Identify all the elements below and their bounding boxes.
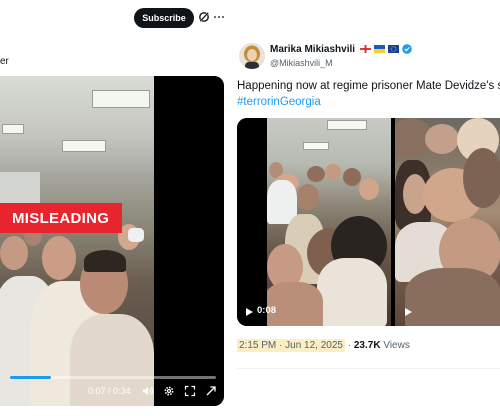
name-flags bbox=[360, 44, 412, 54]
author-name[interactable]: Marika Mikiashvili bbox=[270, 44, 355, 55]
meta-separator: · bbox=[347, 340, 352, 351]
author-handle[interactable]: @Mikiashvili_M bbox=[270, 58, 333, 68]
video-progress-bar[interactable] bbox=[10, 376, 216, 379]
video-time: 0:07 / 0:34 bbox=[88, 386, 131, 396]
verified-icon bbox=[402, 44, 412, 54]
left-post: Subscribe er MISLEADING 0:07 / 0:34 bbox=[0, 0, 232, 416]
avatar-image bbox=[239, 43, 265, 69]
video-controls: 0:07 / 0:34 bbox=[0, 382, 224, 402]
left-video-player[interactable]: MISLEADING 0:07 / 0:34 bbox=[0, 76, 224, 406]
avatar[interactable] bbox=[239, 43, 265, 69]
flag-eu-icon bbox=[388, 45, 399, 53]
post-timestamp[interactable]: 2:15 PM · Jun 12, 2025 bbox=[237, 339, 345, 352]
views-label: Views bbox=[383, 340, 410, 351]
media-grid: 0:08 bbox=[237, 118, 500, 326]
volume-icon[interactable] bbox=[142, 385, 154, 397]
hashtag-link[interactable]: #terrorinGeorgia bbox=[237, 96, 321, 108]
subscribe-button[interactable]: Subscribe bbox=[134, 8, 194, 28]
misleading-badge[interactable]: MISLEADING bbox=[0, 203, 122, 233]
video-thumbnail-2[interactable] bbox=[395, 118, 500, 326]
video-duration: 0:08 bbox=[257, 305, 277, 316]
views-count: 23.7K bbox=[353, 340, 381, 351]
video-thumbnail-1[interactable]: 0:08 bbox=[237, 118, 393, 326]
settings-icon[interactable] bbox=[163, 385, 175, 397]
post-meta: 2:15 PM · Jun 12, 2025 · 23.7K Views bbox=[237, 339, 410, 352]
play-icon[interactable] bbox=[403, 307, 413, 317]
play-icon[interactable] bbox=[244, 307, 254, 317]
video-progress-fill bbox=[10, 376, 52, 379]
expand-icon[interactable] bbox=[205, 385, 217, 397]
divider bbox=[237, 368, 500, 369]
post-text-fragment: er bbox=[0, 56, 9, 67]
flag-ukraine-icon bbox=[374, 45, 385, 53]
grok-icon[interactable] bbox=[198, 11, 210, 23]
video-frame bbox=[0, 76, 154, 406]
post-text: Happening now at regime prisoner Mate De… bbox=[237, 80, 500, 92]
more-icon[interactable] bbox=[213, 11, 225, 23]
fullscreen-icon[interactable] bbox=[184, 385, 196, 397]
right-post: Marika Mikiashvili @Mikiashvili_M Happen… bbox=[232, 0, 500, 416]
flag-georgia-icon bbox=[360, 45, 371, 53]
